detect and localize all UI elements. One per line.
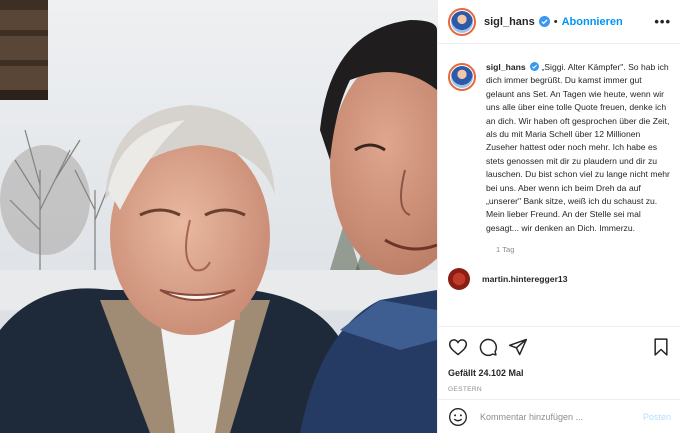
heart-icon[interactable]	[448, 337, 468, 357]
username-link[interactable]: sigl_hans	[484, 16, 535, 28]
caption-avatar[interactable]	[448, 63, 476, 91]
caption-body: „Siggi. Alter Kämpfer". So hab ich dich …	[486, 62, 670, 233]
post-header: sigl_hans • Abonnieren •••	[438, 0, 680, 44]
comment-icon[interactable]	[478, 337, 498, 357]
post-actions: Gefällt 24.102 Mal GESTERN	[438, 326, 680, 393]
more-options-icon[interactable]: •••	[654, 14, 671, 29]
follow-button[interactable]: Abonnieren	[562, 16, 623, 28]
commenter-avatar[interactable]	[448, 268, 470, 290]
post-side-panel: sigl_hans • Abonnieren ••• sigl_hans „Si…	[437, 0, 680, 433]
add-comment-bar: Posten	[438, 399, 680, 433]
comment-input[interactable]	[480, 411, 630, 422]
caption-username[interactable]: sigl_hans	[486, 62, 526, 72]
share-icon[interactable]	[508, 337, 528, 357]
post-comment-button[interactable]: Posten	[643, 412, 671, 422]
commenter-username[interactable]: martin.hinteregger13	[482, 274, 567, 284]
emoji-icon[interactable]	[448, 407, 468, 427]
verified-badge-icon	[530, 62, 540, 71]
next-comment-preview: martin.hinteregger13	[448, 268, 567, 290]
profile-avatar[interactable]	[448, 7, 476, 36]
post-date: GESTERN	[448, 386, 482, 393]
caption-comment: sigl_hans „Siggi. Alter Kämpfer". So hab…	[448, 61, 671, 235]
caption-timestamp: 1 Tag	[496, 245, 515, 255]
post-photo[interactable]	[0, 0, 437, 433]
bookmark-icon[interactable]	[651, 337, 671, 357]
caption-text: sigl_hans „Siggi. Alter Kämpfer". So hab…	[486, 61, 670, 235]
photo-illustration	[0, 0, 437, 433]
verified-badge-icon	[538, 16, 550, 27]
action-icons	[448, 335, 671, 359]
separator-dot: •	[553, 15, 558, 28]
likes-count[interactable]: Gefällt 24.102 Mal	[448, 368, 671, 378]
